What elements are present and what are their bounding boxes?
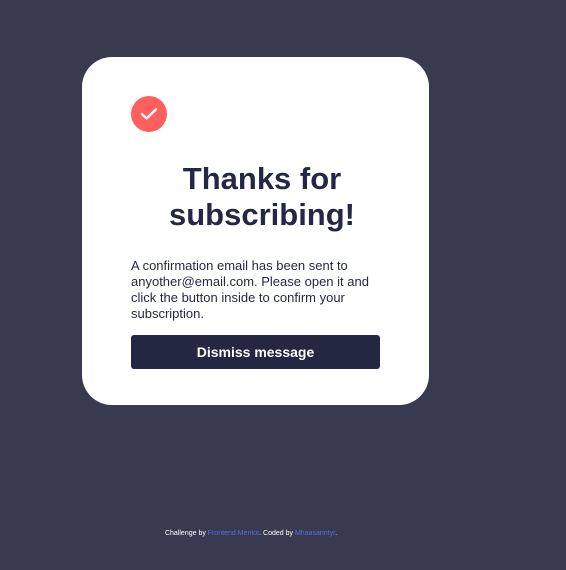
success-card: Thanks for subscribing! A confirmation e… — [82, 57, 429, 405]
dismiss-message-button[interactable]: Dismiss message — [131, 335, 380, 369]
success-title: Thanks for subscribing! — [122, 161, 402, 233]
coded-prefix: . Coded by — [259, 530, 295, 537]
challenge-prefix: Challenge by — [164, 530, 208, 537]
checkmark-circle-icon — [131, 96, 167, 132]
success-title-line-2: subscribing! — [168, 197, 355, 232]
success-title-line-1: Thanks for — [182, 161, 342, 196]
attribution: Challenge by Frontend Mentor. Coded by M… — [0, 529, 502, 539]
author-link[interactable]: Mhaasanntyr — [295, 530, 335, 537]
checkmark-icon — [140, 108, 158, 120]
confirmation-message: A confirmation email has been sent to an… — [131, 258, 369, 321]
attribution-suffix: . — [335, 530, 338, 537]
frontend-mentor-link[interactable]: Frontend Mentor — [208, 530, 259, 537]
page-background: Thanks for subscribing! A confirmation e… — [0, 0, 566, 570]
